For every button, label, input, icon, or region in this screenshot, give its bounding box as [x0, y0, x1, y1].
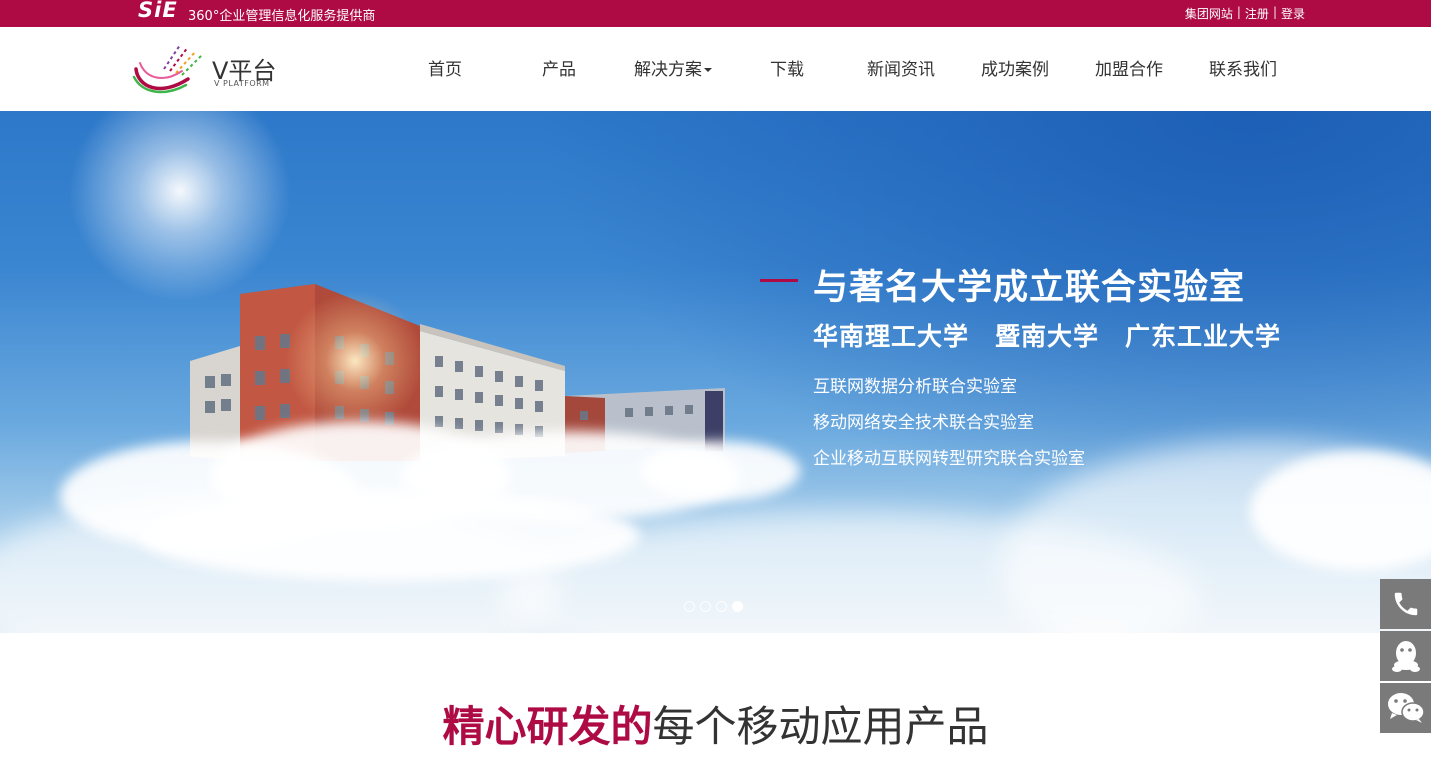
- nav-item-cases[interactable]: 成功案例: [958, 55, 1072, 80]
- phone-button[interactable]: [1380, 579, 1431, 629]
- banner-headline: 与著名大学成立联合实验室: [813, 268, 1246, 308]
- carousel-dot[interactable]: [684, 601, 695, 612]
- lab-item: 移动网络安全技术联合实验室: [813, 413, 1034, 433]
- logo-subtext: V PLATFORM: [214, 79, 270, 88]
- nav-item-home[interactable]: 首页: [388, 55, 502, 80]
- nav-label: 成功案例: [981, 60, 1049, 80]
- nav-item-contact[interactable]: 联系我们: [1186, 55, 1300, 80]
- phone-icon: [1394, 592, 1417, 616]
- nav-label: 加盟合作: [1095, 60, 1163, 80]
- nav-item-partnership[interactable]: 加盟合作: [1072, 55, 1186, 80]
- nav-item-solutions[interactable]: 解决方案: [616, 55, 730, 80]
- login-link[interactable]: 登录: [1281, 5, 1305, 22]
- company-tagline: 360°企业管理信息化服务提供商: [188, 9, 376, 24]
- sie-logo[interactable]: SiE: [138, 0, 178, 22]
- nav-label: 首页: [428, 60, 462, 80]
- logo-swoosh-icon: [132, 44, 203, 94]
- carousel-indicators: [684, 601, 743, 612]
- caret-down-icon: [704, 68, 712, 72]
- lab-item: 企业移动互联网转型研究联合实验室: [813, 449, 1085, 469]
- nav-label: 联系我们: [1209, 60, 1277, 80]
- register-link[interactable]: 注册: [1245, 5, 1269, 22]
- qq-icon: [1391, 641, 1420, 672]
- top-bar: SiE 360°企业管理信息化服务提供商 集团网站 | 注册 | 登录: [0, 0, 1431, 27]
- group-site-link[interactable]: 集团网站: [1185, 5, 1233, 22]
- separator: |: [1236, 5, 1241, 19]
- nav-item-products[interactable]: 产品: [502, 55, 616, 80]
- carousel-dot-active[interactable]: [732, 601, 743, 612]
- nav-label: 新闻资讯: [867, 60, 935, 80]
- section-title: 精心研发的每个移动应用产品: [0, 693, 1431, 754]
- nav-item-download[interactable]: 下载: [730, 55, 844, 80]
- cloud: [640, 441, 800, 501]
- section-title-rest: 每个移动应用产品: [652, 702, 989, 751]
- nav-item-news[interactable]: 新闻资讯: [844, 55, 958, 80]
- accent-line: [760, 279, 798, 282]
- site-header: V平台 V PLATFORM 首页 产品 解决方案 下载 新闻资讯 成功案例 加…: [0, 27, 1431, 111]
- nav-label: 下载: [770, 60, 804, 80]
- nav-label: 产品: [542, 60, 576, 80]
- main-nav: 首页 产品 解决方案 下载 新闻资讯 成功案例 加盟合作 联系我们: [388, 55, 1300, 80]
- lab-item: 互联网数据分析联合实验室: [813, 377, 1017, 397]
- top-links: 集团网站 | 注册 | 登录: [1185, 5, 1305, 22]
- banner-universities: 华南理工大学 暨南大学 广东工业大学: [813, 322, 1282, 351]
- separator: |: [1272, 5, 1277, 19]
- lab-list: 互联网数据分析联合实验室 移动网络安全技术联合实验室 企业移动互联网转型研究联合…: [813, 369, 1085, 477]
- nav-label: 解决方案: [634, 60, 702, 80]
- section-title-highlight: 精心研发的: [442, 702, 653, 751]
- v-platform-logo[interactable]: V平台 V PLATFORM: [130, 39, 290, 99]
- light-glow: [285, 291, 425, 431]
- carousel-dot[interactable]: [700, 601, 711, 612]
- carousel-dot[interactable]: [716, 601, 727, 612]
- hero-banner[interactable]: 与著名大学成立联合实验室 华南理工大学 暨南大学 广东工业大学 互联网数据分析联…: [0, 111, 1431, 633]
- qq-button[interactable]: [1380, 631, 1431, 681]
- cloud: [140, 491, 640, 581]
